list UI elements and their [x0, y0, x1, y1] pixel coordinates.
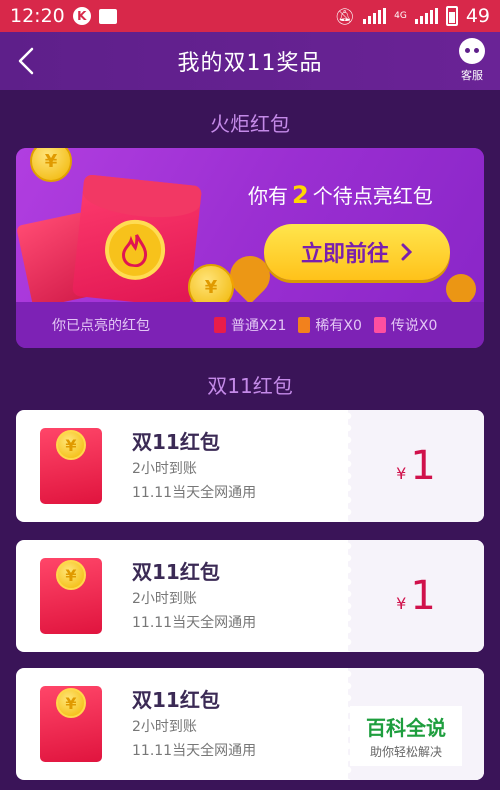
network-type: 4G: [394, 11, 407, 21]
service-label: 客服: [461, 69, 483, 82]
currency-symbol: ¥: [396, 593, 407, 613]
reward-amount-panel: ¥ 1: [342, 540, 484, 652]
prompt-prefix: 你有: [248, 184, 288, 208]
reward-amount: 1: [410, 573, 436, 619]
back-arrow-icon[interactable]: [14, 46, 38, 76]
chevron-right-icon: [401, 243, 413, 261]
currency-symbol: ¥: [396, 463, 407, 483]
torch-redpacket-card: ¥ ¥ 你有 2 个待点亮红包 立即前往 你已点亮的红包 普通X21 稀有X0 …: [16, 148, 484, 348]
torch-banner: ¥ ¥ 你有 2 个待点亮红包 立即前往: [16, 148, 484, 311]
customer-service-button[interactable]: 客服: [452, 38, 492, 86]
reward-amount: 1: [410, 443, 436, 489]
go-now-label: 立即前往: [300, 242, 389, 267]
reward-name: 双11红包: [132, 688, 220, 712]
message-icon: [98, 8, 117, 24]
signal-icon: [363, 8, 387, 24]
watermark-slogan: 助你轻松解决: [369, 745, 442, 759]
reward-scope: 11.11当天全网通用: [132, 485, 257, 501]
watermark-logo: 百科全说 助你轻松解决: [350, 706, 462, 766]
page-title: 我的双11奖品: [177, 51, 323, 76]
reward-scope: 11.11当天全网通用: [132, 615, 257, 631]
red-packet-icon: ¥: [40, 558, 102, 634]
redpacket-icon: [214, 317, 226, 333]
service-avatar-icon: [459, 38, 485, 64]
coin-icon: ¥: [30, 148, 72, 182]
status-time: 12:20: [10, 5, 65, 27]
tier-common-label: 普通X21: [231, 318, 287, 334]
redpacket-icon: [373, 317, 386, 333]
torch-section-title: 火炬红包: [210, 112, 290, 136]
flame-icon: [122, 234, 148, 268]
red-packet-icon: ¥: [40, 686, 102, 762]
pending-count: 2: [292, 181, 309, 209]
fire-envelope-icon: [71, 174, 203, 308]
red-packet-icon: ¥: [40, 428, 102, 504]
battery-level: 49: [465, 5, 490, 27]
prompt-suffix: 个待点亮红包: [312, 184, 433, 208]
reward-arrival-time: 2小时到账: [132, 461, 197, 477]
reward-amount-panel: ¥ 1: [342, 410, 484, 522]
k-app-icon: K: [72, 7, 91, 25]
lit-redpacket-summary: 你已点亮的红包 普通X21 稀有X0 传说X0: [16, 302, 484, 348]
signal-icon-2: [414, 8, 438, 24]
reward-scope: 11.11当天全网通用: [132, 743, 257, 759]
reward-card[interactable]: ¥ 双11红包 2小时到账 11.11当天全网通用 ¥ 1: [16, 540, 484, 652]
mute-icon: 🔕︎: [334, 6, 356, 26]
tier-legend: 传说X0: [373, 315, 438, 335]
battery-icon: [445, 6, 458, 26]
go-now-button[interactable]: 立即前往: [264, 224, 450, 280]
tier-legend-label: 传说X0: [390, 318, 438, 334]
status-bar: 12:20 K 🔕︎ 4G 49: [0, 0, 500, 32]
reward-card[interactable]: ¥ 双11红包 2小时到账 11.11当天全网通用 ¥ 1: [16, 410, 484, 522]
lit-label: 你已点亮的红包: [52, 318, 150, 334]
reward-name: 双11红包: [132, 430, 220, 454]
pending-redpacket-text: 你有 2 个待点亮红包: [248, 180, 433, 209]
tier-rare: 稀有X0: [298, 315, 362, 335]
reward-arrival-time: 2小时到账: [132, 591, 197, 607]
watermark-brand: 百科全说: [366, 716, 446, 740]
reward-name: 双11红包: [132, 560, 220, 584]
rewards-section-title: 双11红包: [207, 374, 293, 398]
tier-common: 普通X21: [214, 315, 286, 335]
app-header: 我的双11奖品 客服: [0, 32, 500, 90]
reward-arrival-time: 2小时到账: [132, 719, 197, 735]
redpacket-icon: [298, 317, 311, 333]
tier-rare-label: 稀有X0: [315, 318, 362, 334]
